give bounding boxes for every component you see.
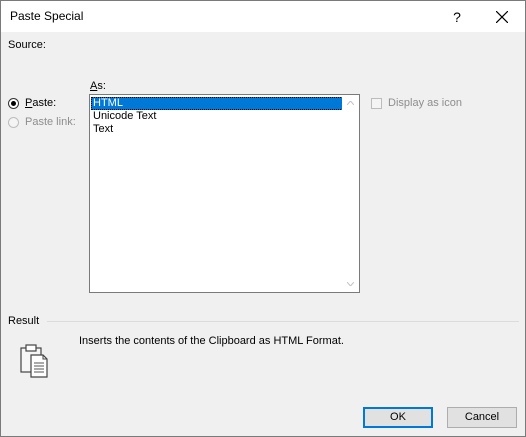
paste-link-radio-option[interactable]: Paste link: [8,115,76,129]
paste-link-radio-label: Paste link: [25,116,76,128]
display-as-icon-checkbox[interactable] [371,97,382,109]
dialog-title: Paste Special [10,9,84,23]
title-bar: Paste Special ? [1,1,525,32]
display-as-icon-label: Display as icon [388,97,462,109]
close-icon [496,11,508,23]
help-button[interactable]: ? [442,5,472,29]
clipboard-icon [20,344,48,378]
as-label: As: [90,80,106,92]
source-label: Source: [8,39,46,51]
result-divider [47,321,519,322]
scroll-up-arrow-icon[interactable] [347,101,354,105]
format-listbox[interactable]: HTML Unicode Text Text [89,94,360,293]
list-item-unicode-text[interactable]: Unicode Text [91,110,343,123]
paste-radio[interactable] [8,97,19,109]
cancel-button[interactable]: Cancel [447,407,517,428]
list-item-html[interactable]: HTML [91,97,343,110]
result-label: Result [8,315,40,327]
listbox-scrollbar[interactable] [342,95,359,292]
result-description: Inserts the contents of the Clipboard as… [79,335,344,347]
ok-button[interactable]: OK [363,407,433,428]
paste-link-radio[interactable] [8,116,19,128]
paste-special-dialog: Paste Special ? Source: As: Paste: Paste… [0,0,526,437]
close-button[interactable] [487,5,517,29]
list-item-text[interactable]: Text [91,123,343,136]
scroll-down-arrow-icon[interactable] [347,282,354,286]
paste-radio-option[interactable]: Paste: [8,96,56,110]
display-as-icon-option[interactable]: Display as icon [371,97,462,109]
paste-radio-label: Paste: [25,97,57,109]
